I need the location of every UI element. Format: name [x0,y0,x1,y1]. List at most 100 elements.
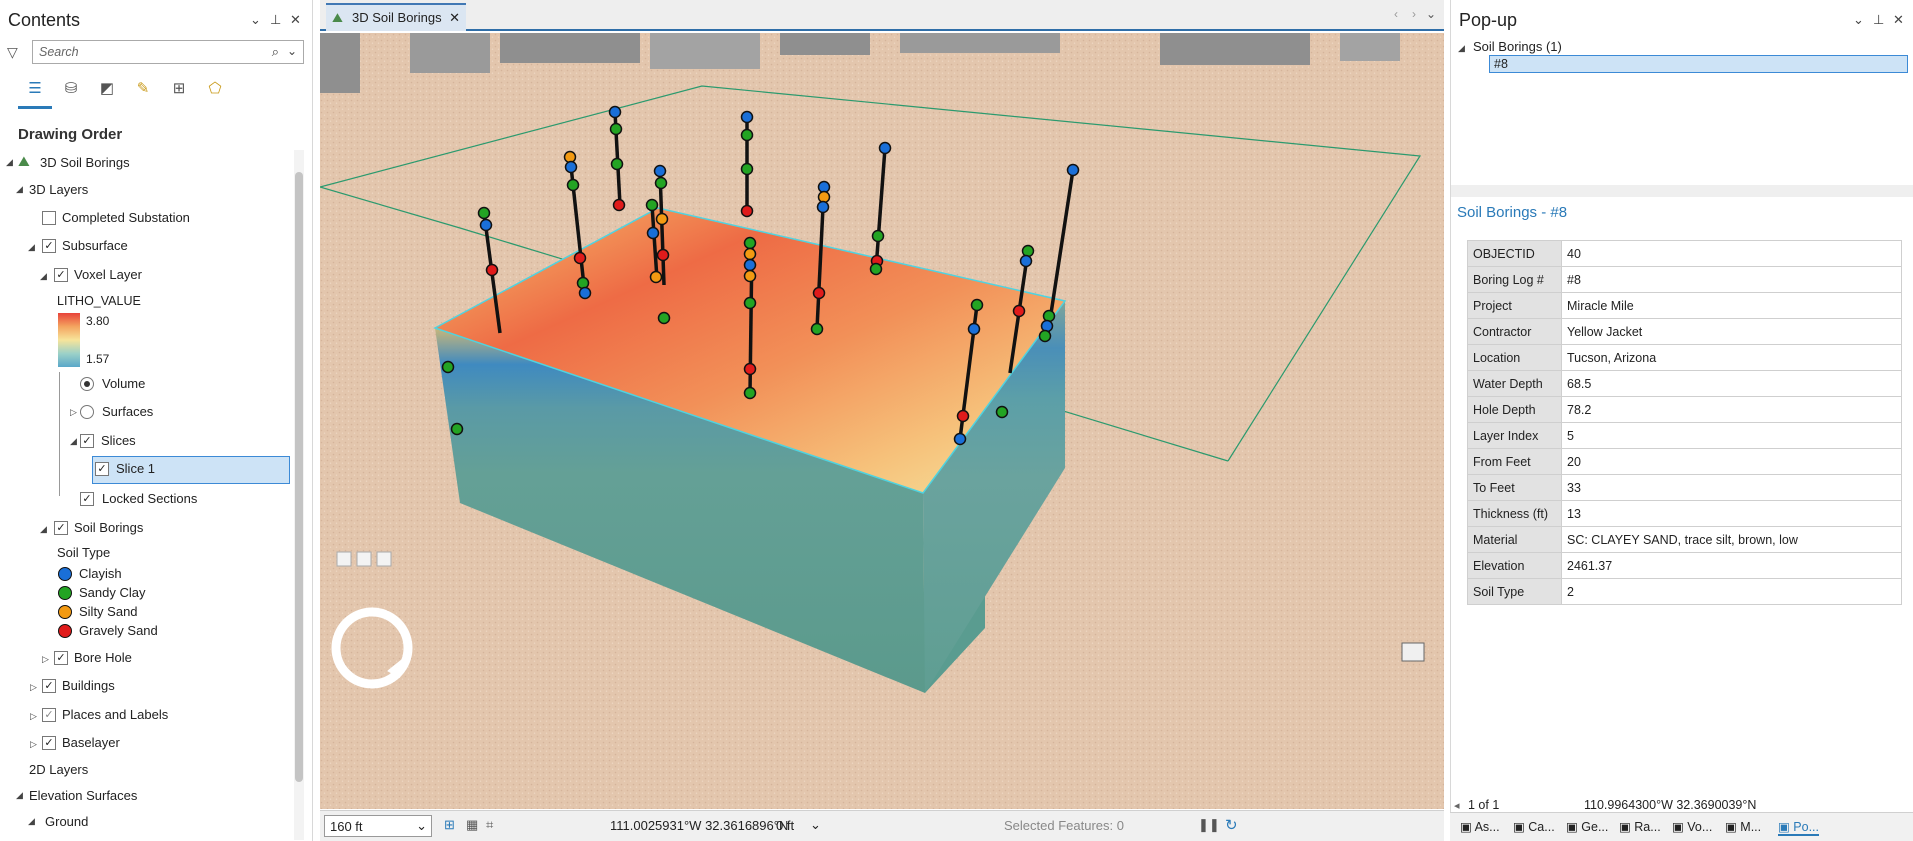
soil-boring-point[interactable] [1021,244,1035,258]
bottom-tab[interactable]: ▣ Po... [1778,819,1819,836]
soil-boring-point[interactable] [743,386,757,400]
close-icon[interactable]: ✕ [290,12,301,28]
soil-boring-point[interactable] [612,198,626,212]
tree-item-voxel-layer[interactable]: Voxel Layer [74,265,142,285]
soil-boring-point[interactable] [645,198,659,212]
chevron-down-icon[interactable]: ⌄ [1426,7,1436,21]
soil-borings-checkbox[interactable]: ✓ [54,521,68,535]
places-labels-checkbox[interactable]: ✓ [42,708,56,722]
soil-boring-point[interactable] [816,200,830,214]
soil-boring-point[interactable] [1066,163,1080,177]
pin-icon[interactable]: ⊥ [270,12,281,28]
expand-arrow-icon[interactable]: ◢ [6,157,13,168]
tree-item-places-labels[interactable]: Places and Labels [62,705,168,725]
bore-hole-checkbox[interactable]: ✓ [54,651,68,665]
search-input[interactable]: Search ⌕ ⌄ [32,40,304,64]
soil-boring-point[interactable] [743,269,757,283]
expand-arrow-icon[interactable]: ◢ [40,524,47,535]
soil-boring-point[interactable] [967,322,981,336]
tree-item-3d-layers[interactable]: 3D Layers [29,180,88,200]
filter-icon[interactable]: ▽ [7,44,18,61]
bottom-tab[interactable]: ▣ Vo... [1672,819,1712,834]
overlay-toggle-icon[interactable] [1401,642,1425,662]
soil-boring-point[interactable] [995,405,1009,419]
tree-item-locked-sections[interactable]: Locked Sections [102,489,197,509]
soil-boring-point[interactable] [956,409,970,423]
soil-boring-point[interactable] [812,286,826,300]
splitter[interactable] [1451,185,1913,197]
soil-boring-point[interactable] [740,110,754,124]
soil-boring-point[interactable] [654,176,668,190]
chevron-down-icon[interactable]: ⌄ [416,818,427,834]
grid-icon[interactable]: ⊞ [444,817,455,833]
voxel-layer-checkbox[interactable]: ✓ [54,268,68,282]
soil-boring-point[interactable] [609,122,623,136]
tree-item-elevation-surfaces[interactable]: Elevation Surfaces [29,786,137,806]
tree-item-subsurface[interactable]: Subsurface [62,236,128,256]
soil-boring-point[interactable] [1042,309,1056,323]
subsurface-checkbox[interactable]: ✓ [42,239,56,253]
collapsed-arrow-icon[interactable]: ▷ [30,711,37,722]
soil-boring-point[interactable] [743,362,757,376]
soil-boring-point[interactable] [740,204,754,218]
list-by-snapping-icon[interactable]: ⊞ [168,78,190,100]
soil-boring-point[interactable] [479,218,493,232]
scene-canvas[interactable] [320,33,1444,809]
expand-arrow-icon[interactable]: ◢ [1458,43,1465,54]
locked-sections-checkbox[interactable]: ✓ [80,492,94,506]
soil-boring-point[interactable] [608,105,622,119]
bottom-tab[interactable]: ▣ Ra... [1619,819,1661,834]
list-by-editing-icon[interactable]: ✎ [132,78,154,100]
soil-boring-point[interactable] [740,128,754,142]
expand-arrow-icon[interactable]: ◢ [70,436,77,447]
soil-boring-point[interactable] [810,322,824,336]
soil-boring-point[interactable] [743,236,757,250]
refresh-icon[interactable]: ↻ [1225,816,1238,834]
baselayer-checkbox[interactable]: ✓ [42,736,56,750]
popup-layer-node[interactable]: Soil Borings (1) [1473,37,1562,57]
tree-item-slice-1[interactable]: Slice 1 [116,459,155,479]
soil-boring-point[interactable] [576,276,590,290]
bottom-tab[interactable]: ▣ As... [1460,819,1500,834]
soil-boring-point[interactable] [743,258,757,272]
bottom-tab[interactable]: ▣ Ca... [1513,819,1555,834]
chevron-down-icon[interactable]: ⌄ [250,12,261,28]
chevron-right-icon[interactable]: › [1412,7,1416,21]
tree-item-2d-layers[interactable]: 2D Layers [29,760,88,780]
slice1-checkbox[interactable]: ✓ [95,462,109,476]
soil-boring-point[interactable] [653,164,667,178]
expand-arrow-icon[interactable]: ◢ [16,184,23,195]
snapping-icon[interactable]: ⌗ [486,817,493,833]
soil-boring-point[interactable] [477,206,491,220]
soil-boring-point[interactable] [610,157,624,171]
soil-boring-point[interactable] [743,296,757,310]
tab-3d-soil-borings[interactable]: ⛰ 3D Soil Borings ✕ [326,3,466,31]
collapsed-arrow-icon[interactable]: ▷ [70,407,77,418]
expand-arrow-icon[interactable]: ◢ [28,816,35,827]
table-icon[interactable]: ▦ [466,817,478,833]
surfaces-radio[interactable] [80,405,94,419]
nav-up-icon[interactable] [336,551,352,567]
buildings-checkbox[interactable]: ✓ [42,679,56,693]
list-by-drawing-order-icon[interactable]: ☰ [24,78,46,100]
soil-boring-point[interactable] [564,160,578,174]
completed-substation-checkbox[interactable] [42,211,56,225]
soil-boring-point[interactable] [743,247,757,261]
bottom-tab[interactable]: ▣ M... [1725,819,1761,834]
bottom-tab[interactable]: ▣ Ge... [1566,819,1608,834]
expand-arrow-icon[interactable]: ◢ [16,790,23,801]
soil-boring-point[interactable] [649,270,663,284]
soil-boring-point[interactable] [1012,304,1026,318]
close-icon[interactable]: ✕ [1893,12,1904,28]
chevron-left-icon[interactable]: ‹ [1394,7,1398,21]
soil-boring-point[interactable] [953,432,967,446]
collapsed-arrow-icon[interactable]: ▷ [30,739,37,750]
soil-boring-point[interactable] [450,422,464,436]
pause-icon[interactable]: ❚❚ [1198,817,1220,833]
volume-radio[interactable] [80,377,94,391]
tree-item-ground[interactable]: Ground [45,812,88,832]
search-icon[interactable]: ⌕ [272,44,279,60]
tree-item-volume[interactable]: Volume [102,374,145,394]
list-by-selection-icon[interactable]: ◩ [96,78,118,100]
soil-boring-point[interactable] [871,229,885,243]
